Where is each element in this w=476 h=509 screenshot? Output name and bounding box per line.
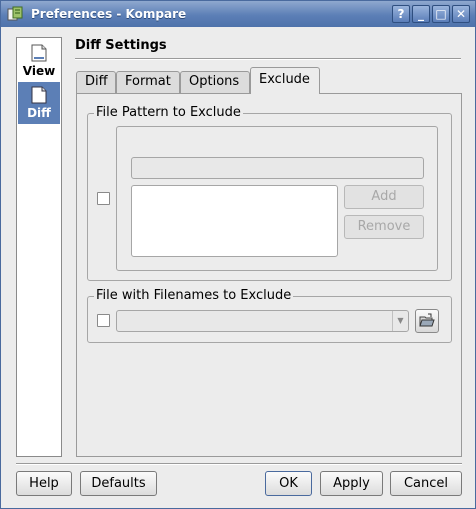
tab-label: Options xyxy=(189,74,240,89)
ok-button[interactable]: OK xyxy=(265,471,312,496)
pattern-frame: Add Remove xyxy=(116,126,438,271)
page-icon xyxy=(31,44,47,62)
maximize-icon: □ xyxy=(435,7,447,21)
cancel-button[interactable]: Cancel xyxy=(390,471,462,496)
page-icon-list: View Diff xyxy=(16,37,62,457)
minimize-icon: _ xyxy=(418,7,424,21)
file-list-group: File with Filenames to Exclude ▼ xyxy=(87,288,452,343)
page-title: Diff Settings xyxy=(75,38,167,53)
button-divider xyxy=(16,463,462,465)
tab-diff[interactable]: Diff xyxy=(76,71,116,93)
add-button[interactable]: Add xyxy=(344,185,424,209)
tab-options[interactable]: Options xyxy=(180,71,250,93)
sidebar-item-label: Diff xyxy=(27,106,51,120)
maximize-button[interactable]: □ xyxy=(432,5,450,23)
group-title: File Pattern to Exclude xyxy=(94,105,243,121)
browse-button[interactable] xyxy=(415,309,439,333)
file-enable-checkbox[interactable] xyxy=(97,314,110,327)
folder-open-icon xyxy=(419,313,435,327)
sidebar-item-diff[interactable]: Diff xyxy=(18,82,60,124)
page-icon xyxy=(31,86,47,104)
chevron-down-icon[interactable]: ▼ xyxy=(392,311,408,331)
title-divider xyxy=(75,58,461,60)
preferences-window: Preferences - Kompare ? _ □ ✕ View Diff … xyxy=(0,0,476,509)
pattern-list[interactable] xyxy=(131,185,338,257)
remove-button[interactable]: Remove xyxy=(344,215,424,239)
help-button[interactable]: Help xyxy=(16,471,72,496)
kompare-app-icon xyxy=(7,6,23,21)
close-icon: ✕ xyxy=(455,7,467,21)
tab-format[interactable]: Format xyxy=(116,71,180,93)
sidebar-item-view[interactable]: View xyxy=(18,40,60,82)
title-bar[interactable]: Preferences - Kompare ? _ □ ✕ xyxy=(1,1,475,27)
apply-button[interactable]: Apply xyxy=(320,471,383,496)
close-button[interactable]: ✕ xyxy=(452,5,470,23)
window-title: Preferences - Kompare xyxy=(31,7,187,21)
minimize-button[interactable]: _ xyxy=(412,5,430,23)
defaults-button[interactable]: Defaults xyxy=(80,471,157,496)
sidebar-item-label: View xyxy=(22,64,56,78)
tab-exclude[interactable]: Exclude xyxy=(250,67,320,94)
tab-label: Format xyxy=(125,74,171,89)
file-path-combo[interactable]: ▼ xyxy=(116,310,409,332)
file-pattern-group: File Pattern to Exclude Add Remove xyxy=(87,105,452,281)
pattern-input[interactable] xyxy=(131,157,424,179)
tab-label: Diff xyxy=(85,74,108,89)
tab-label: Exclude xyxy=(259,72,310,87)
help-glyph-icon: ? xyxy=(397,7,405,21)
exclude-tab-panel: File Pattern to Exclude Add Remove File … xyxy=(76,93,462,457)
group-title: File with Filenames to Exclude xyxy=(94,288,294,304)
pattern-enable-checkbox[interactable] xyxy=(97,192,110,205)
whats-this-button[interactable]: ? xyxy=(392,5,410,23)
